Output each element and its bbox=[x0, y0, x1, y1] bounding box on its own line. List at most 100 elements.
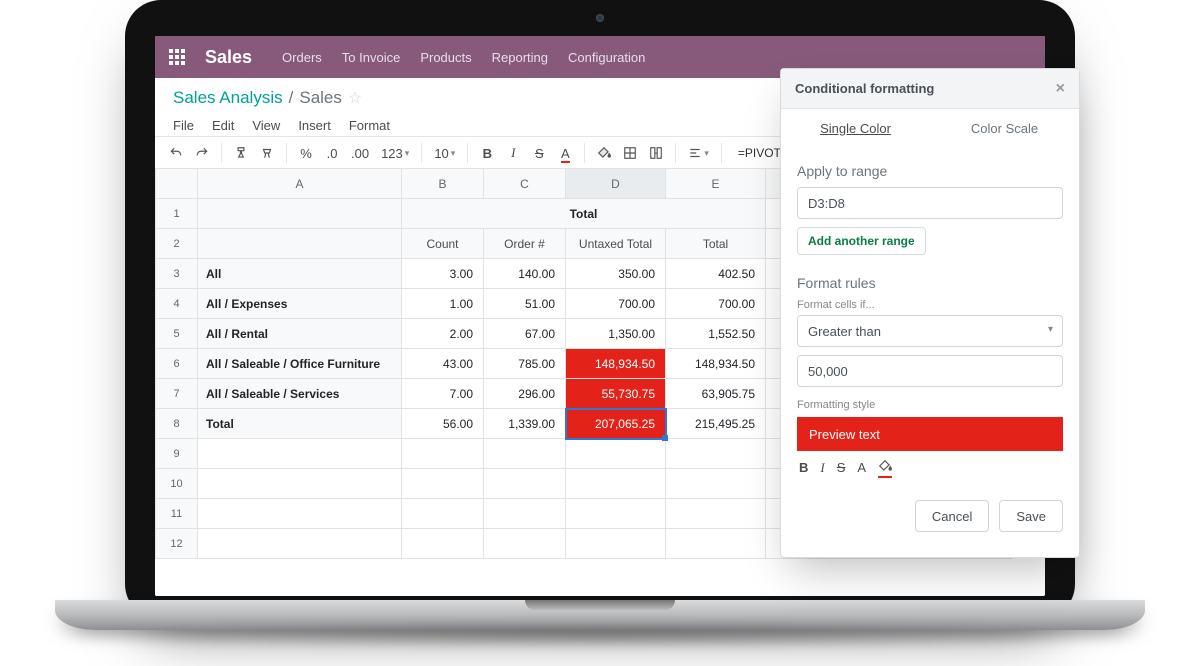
cell[interactable]: 55,730.75 bbox=[566, 379, 666, 409]
cell[interactable]: 1,552.50 bbox=[666, 319, 766, 349]
cell[interactable]: 63,905.75 bbox=[666, 379, 766, 409]
cell[interactable] bbox=[198, 529, 402, 559]
cell[interactable] bbox=[484, 499, 566, 529]
cell[interactable] bbox=[198, 439, 402, 469]
add-range-button[interactable]: Add another range bbox=[797, 227, 926, 255]
menu-view[interactable]: View bbox=[252, 118, 280, 133]
nav-products[interactable]: Products bbox=[420, 50, 471, 65]
cell[interactable] bbox=[198, 499, 402, 529]
merge-cells-icon[interactable] bbox=[645, 140, 667, 166]
tab-single-color[interactable]: Single Color bbox=[781, 109, 930, 147]
hdr-untaxed[interactable]: Untaxed Total bbox=[566, 229, 666, 259]
style-italic-button[interactable]: I bbox=[820, 460, 824, 476]
percent-button[interactable]: % bbox=[295, 140, 317, 166]
hdr-order[interactable]: Order # bbox=[484, 229, 566, 259]
cell[interactable]: 1,350.00 bbox=[566, 319, 666, 349]
cell[interactable]: 700.00 bbox=[566, 289, 666, 319]
cell[interactable]: 207,065.25 bbox=[566, 409, 666, 439]
row-header[interactable]: 10 bbox=[156, 469, 198, 499]
cell[interactable] bbox=[666, 439, 766, 469]
menu-insert[interactable]: Insert bbox=[298, 118, 331, 133]
hdr-total[interactable]: Total bbox=[666, 229, 766, 259]
cell[interactable]: 51.00 bbox=[484, 289, 566, 319]
row-label[interactable]: All / Saleable / Office Furniture bbox=[198, 349, 402, 379]
style-strike-button[interactable]: S bbox=[837, 460, 846, 475]
number-format-dropdown[interactable]: 123 bbox=[377, 140, 413, 166]
cell[interactable]: 148,934.50 bbox=[666, 349, 766, 379]
cancel-button[interactable]: Cancel bbox=[915, 500, 989, 532]
row-header[interactable]: 11 bbox=[156, 499, 198, 529]
inc-decimal-button[interactable]: .00 bbox=[347, 140, 373, 166]
cell[interactable] bbox=[566, 469, 666, 499]
brand[interactable]: Sales bbox=[205, 47, 252, 68]
cell[interactable]: 785.00 bbox=[484, 349, 566, 379]
row-header[interactable]: 8 bbox=[156, 409, 198, 439]
row-label[interactable]: Total bbox=[198, 409, 402, 439]
style-fill-color-icon[interactable] bbox=[878, 459, 892, 476]
cell[interactable]: 3.00 bbox=[402, 259, 484, 289]
strike-button[interactable]: S bbox=[528, 140, 550, 166]
cell[interactable] bbox=[666, 529, 766, 559]
cell[interactable]: 7.00 bbox=[402, 379, 484, 409]
fill-color-icon[interactable] bbox=[593, 140, 615, 166]
cell[interactable]: 402.50 bbox=[666, 259, 766, 289]
row-header[interactable]: 6 bbox=[156, 349, 198, 379]
range-input[interactable] bbox=[797, 187, 1063, 219]
cell[interactable] bbox=[666, 499, 766, 529]
clear-format-icon[interactable] bbox=[256, 140, 278, 166]
col-E[interactable]: E bbox=[666, 169, 766, 199]
align-dropdown[interactable] bbox=[684, 140, 713, 166]
cell[interactable]: 148,934.50 bbox=[566, 349, 666, 379]
row-header[interactable]: 12 bbox=[156, 529, 198, 559]
style-bold-button[interactable]: B bbox=[799, 460, 808, 475]
cell[interactable]: 140.00 bbox=[484, 259, 566, 289]
style-text-color-button[interactable]: A bbox=[857, 460, 866, 475]
col-D[interactable]: D bbox=[566, 169, 666, 199]
row-label[interactable]: All bbox=[198, 259, 402, 289]
cell[interactable]: 215,495.25 bbox=[666, 409, 766, 439]
cell[interactable] bbox=[402, 439, 484, 469]
menu-format[interactable]: Format bbox=[349, 118, 390, 133]
cell[interactable]: 2.00 bbox=[402, 319, 484, 349]
cell[interactable] bbox=[566, 499, 666, 529]
col-A[interactable]: A bbox=[198, 169, 402, 199]
row-header[interactable]: 9 bbox=[156, 439, 198, 469]
bold-button[interactable]: B bbox=[476, 140, 498, 166]
col-C[interactable]: C bbox=[484, 169, 566, 199]
text-color-button[interactable]: A bbox=[554, 140, 576, 166]
cell[interactable] bbox=[666, 469, 766, 499]
row-label[interactable]: All / Rental bbox=[198, 319, 402, 349]
cell[interactable] bbox=[566, 529, 666, 559]
preview-swatch[interactable]: Preview text bbox=[797, 417, 1063, 451]
cell[interactable] bbox=[484, 439, 566, 469]
cell[interactable] bbox=[484, 469, 566, 499]
paint-format-icon[interactable] bbox=[230, 140, 252, 166]
row-header[interactable]: 3 bbox=[156, 259, 198, 289]
undo-icon[interactable] bbox=[165, 140, 187, 166]
threshold-input[interactable] bbox=[797, 355, 1063, 387]
hdr-count[interactable]: Count bbox=[402, 229, 484, 259]
operator-select[interactable] bbox=[797, 315, 1063, 347]
cell[interactable]: 296.00 bbox=[484, 379, 566, 409]
tab-color-scale[interactable]: Color Scale bbox=[930, 109, 1079, 147]
redo-icon[interactable] bbox=[191, 140, 213, 166]
cell[interactable] bbox=[566, 439, 666, 469]
cell[interactable]: 700.00 bbox=[666, 289, 766, 319]
nav-to-invoice[interactable]: To Invoice bbox=[342, 50, 401, 65]
row-label[interactable]: All / Saleable / Services bbox=[198, 379, 402, 409]
borders-icon[interactable] bbox=[619, 140, 641, 166]
menu-file[interactable]: File bbox=[173, 118, 194, 133]
cell[interactable]: 350.00 bbox=[566, 259, 666, 289]
row-header[interactable]: 5 bbox=[156, 319, 198, 349]
cell[interactable] bbox=[198, 469, 402, 499]
italic-button[interactable]: I bbox=[502, 140, 524, 166]
favorite-star-icon[interactable]: ☆ bbox=[348, 88, 362, 108]
row-header[interactable]: 7 bbox=[156, 379, 198, 409]
save-button[interactable]: Save bbox=[999, 500, 1063, 532]
menu-edit[interactable]: Edit bbox=[212, 118, 234, 133]
cell[interactable]: 1,339.00 bbox=[484, 409, 566, 439]
cell[interactable]: 67.00 bbox=[484, 319, 566, 349]
cell[interactable] bbox=[484, 529, 566, 559]
cell[interactable] bbox=[402, 499, 484, 529]
col-B[interactable]: B bbox=[402, 169, 484, 199]
